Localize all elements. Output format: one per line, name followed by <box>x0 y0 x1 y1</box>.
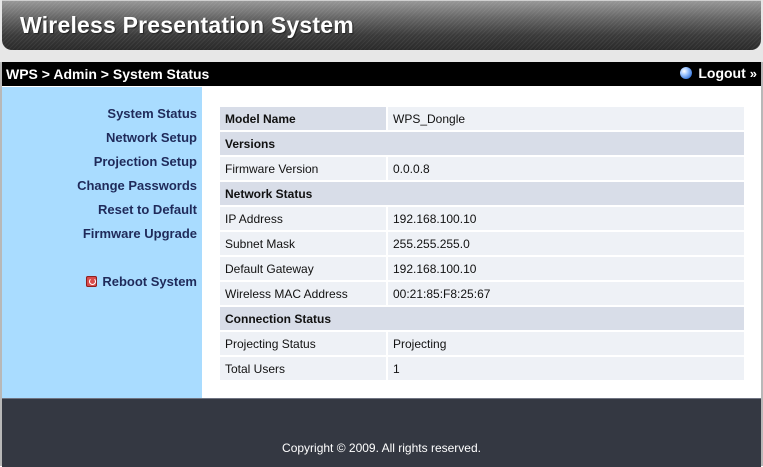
system-status-table: Model Name WPS_Dongle Versions Firmware … <box>220 105 744 382</box>
subnet-mask-value: 255.255.255.0 <box>388 232 744 255</box>
firmware-version-value: 0.0.0.8 <box>388 157 744 180</box>
section-header-row: Network Status <box>220 182 744 205</box>
connection-status-heading: Connection Status <box>220 307 744 330</box>
ip-address-label: IP Address <box>220 207 388 230</box>
table-row: Total Users 1 <box>220 357 744 380</box>
header-bar: Wireless Presentation System <box>2 0 761 50</box>
globe-icon <box>680 67 693 79</box>
table-row: Firmware Version 0.0.0.8 <box>220 157 744 180</box>
section-header-row: Connection Status <box>220 307 744 330</box>
section-header-row: Versions <box>220 132 744 155</box>
breadcrumb-separator: > <box>37 66 54 82</box>
total-users-label: Total Users <box>220 357 388 380</box>
sidebar-item-firmware-upgrade[interactable]: Firmware Upgrade <box>83 226 197 241</box>
breadcrumb: WPS > Admin > System Status <box>6 66 209 82</box>
reboot-system-label: Reboot System <box>102 274 197 289</box>
logout-label: Logout <box>698 65 746 81</box>
sidebar-item-reset-to-default[interactable]: Reset to Default <box>98 202 197 217</box>
ip-address-value: 192.168.100.10 <box>388 207 744 230</box>
breadcrumb-bar: WPS > Admin > System Status Logout » <box>2 62 761 86</box>
versions-heading: Versions <box>220 132 744 155</box>
table-row: Model Name WPS_Dongle <box>220 107 744 130</box>
reboot-system-button[interactable]: Reboot System <box>86 274 197 289</box>
wireless-mac-value: 00:21:85:F8:25:67 <box>388 282 744 305</box>
projecting-status-label: Projecting Status <box>220 332 388 355</box>
default-gateway-value: 192.168.100.10 <box>388 257 744 280</box>
footer: Copyright © 2009. All rights reserved. <box>2 398 761 467</box>
table-row: Subnet Mask 255.255.255.0 <box>220 232 744 255</box>
logout-link[interactable]: Logout » <box>680 65 757 81</box>
header-banner: Wireless Presentation System <box>0 0 763 62</box>
default-gateway-label: Default Gateway <box>220 257 388 280</box>
model-name-value: WPS_Dongle <box>388 107 744 130</box>
projecting-status-value: Projecting <box>388 332 744 355</box>
sidebar-item-change-passwords[interactable]: Change Passwords <box>77 178 197 193</box>
breadcrumb-separator: > <box>96 66 113 82</box>
table-row: Default Gateway 192.168.100.10 <box>220 257 744 280</box>
power-icon <box>86 276 98 287</box>
app-title: Wireless Presentation System <box>20 12 354 38</box>
network-status-heading: Network Status <box>220 182 744 205</box>
copyright-text: Copyright © 2009. All rights reserved. <box>282 441 481 455</box>
subnet-mask-label: Subnet Mask <box>220 232 388 255</box>
table-row: Wireless MAC Address 00:21:85:F8:25:67 <box>220 282 744 305</box>
sidebar: System Status Network Setup Projection S… <box>2 87 202 398</box>
breadcrumb-item-wps: WPS <box>6 66 38 82</box>
sidebar-item-projection-setup[interactable]: Projection Setup <box>94 154 197 169</box>
model-name-label: Model Name <box>220 107 388 130</box>
table-row: Projecting Status Projecting <box>220 332 744 355</box>
sidebar-item-system-status[interactable]: System Status <box>107 106 197 121</box>
breadcrumb-item-system-status: System Status <box>112 66 210 82</box>
double-chevron-right-icon: » <box>749 65 757 81</box>
wireless-mac-label: Wireless MAC Address <box>220 282 388 305</box>
main-content: Model Name WPS_Dongle Versions Firmware … <box>202 87 761 398</box>
table-row: IP Address 192.168.100.10 <box>220 207 744 230</box>
total-users-value: 1 <box>388 357 744 380</box>
sidebar-item-network-setup[interactable]: Network Setup <box>106 130 197 145</box>
breadcrumb-item-admin: Admin <box>53 66 97 82</box>
firmware-version-label: Firmware Version <box>220 157 388 180</box>
